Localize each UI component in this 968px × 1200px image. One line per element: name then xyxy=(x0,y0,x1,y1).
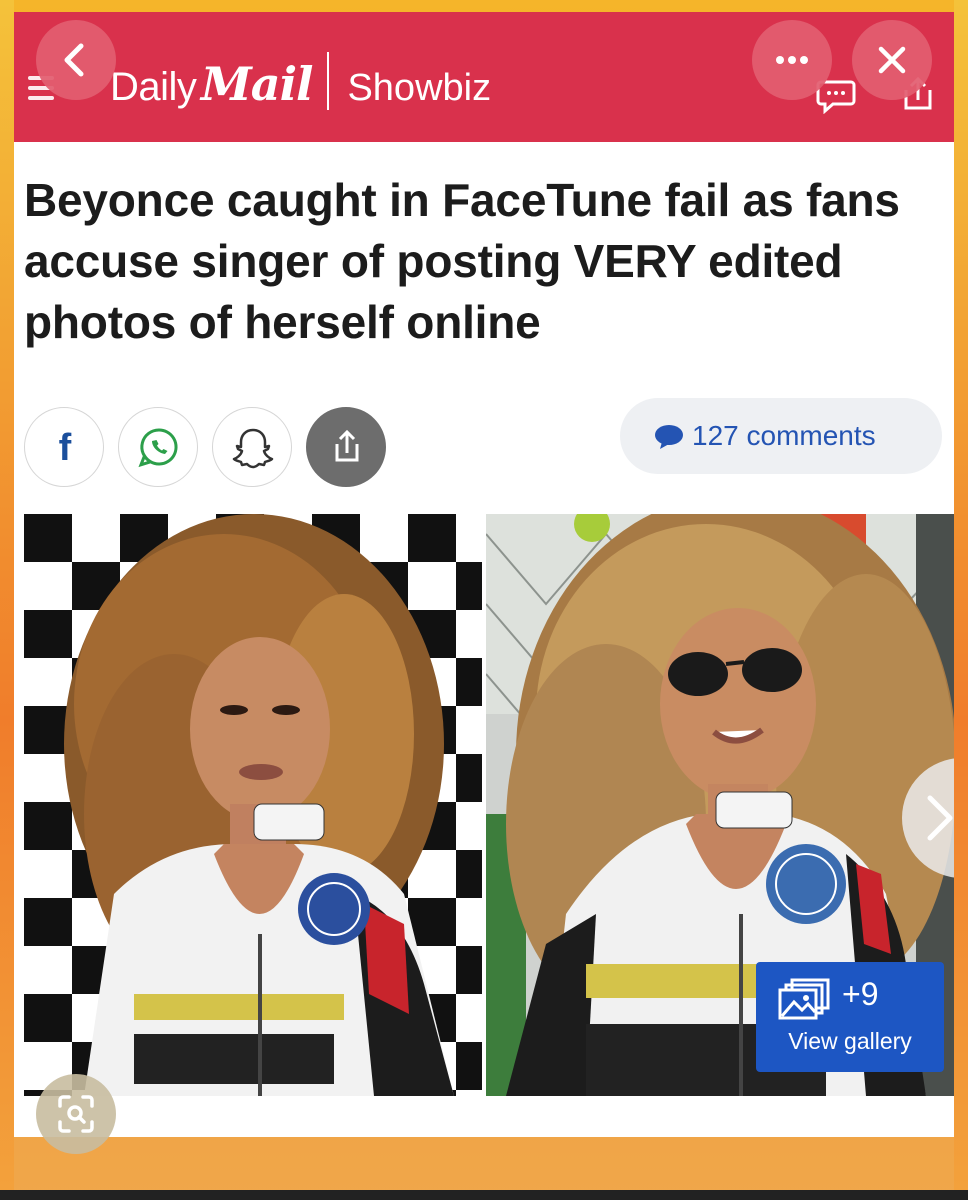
article-headline: Beyonce caught in FaceTune fail as fans … xyxy=(24,174,900,348)
snapchat-icon xyxy=(232,428,274,469)
article-card: Daily Mail Showbiz Beyonce caught in Fac… xyxy=(14,12,954,1137)
frame-border-right xyxy=(954,0,968,1200)
more-options-button[interactable] xyxy=(752,20,832,100)
chevron-right-icon xyxy=(927,795,953,841)
gallery-icon xyxy=(778,978,830,1020)
view-gallery-button[interactable]: +9 View gallery xyxy=(756,962,944,1072)
brand-divider xyxy=(327,52,329,110)
facebook-icon: f xyxy=(59,427,72,469)
site-logo[interactable]: Daily Mail Showbiz xyxy=(110,52,491,111)
back-button[interactable] xyxy=(36,20,116,100)
brand-mail: Mail xyxy=(200,57,314,111)
whatsapp-icon xyxy=(138,428,178,468)
comments-button[interactable]: 127 comments xyxy=(620,398,942,474)
brand-daily: Daily xyxy=(110,65,197,109)
comments-count: 127 comments xyxy=(692,420,876,451)
close-button[interactable] xyxy=(852,20,932,100)
facebook-share-button[interactable]: f xyxy=(24,407,104,487)
visual-search-button[interactable] xyxy=(36,1074,116,1154)
next-photo-button[interactable] xyxy=(902,758,954,878)
visual-search-icon xyxy=(58,1095,94,1133)
frame-border-left xyxy=(0,0,14,1200)
bottom-bar xyxy=(0,1190,968,1200)
comment-bubble-icon xyxy=(655,425,683,449)
more-share-button[interactable] xyxy=(306,407,386,487)
more-horizontal-icon xyxy=(776,56,808,64)
facebook-glyph: f xyxy=(59,427,72,469)
gallery-label: View gallery xyxy=(788,1028,912,1054)
section-label[interactable]: Showbiz xyxy=(347,67,491,109)
snapchat-share-button[interactable] xyxy=(212,407,292,487)
article-photo-left[interactable] xyxy=(24,514,482,1096)
whatsapp-share-button[interactable] xyxy=(118,407,198,487)
gallery-count: +9 xyxy=(842,976,879,1012)
close-icon xyxy=(878,46,906,74)
share-icon xyxy=(335,429,359,462)
chevron-left-icon xyxy=(64,43,84,77)
